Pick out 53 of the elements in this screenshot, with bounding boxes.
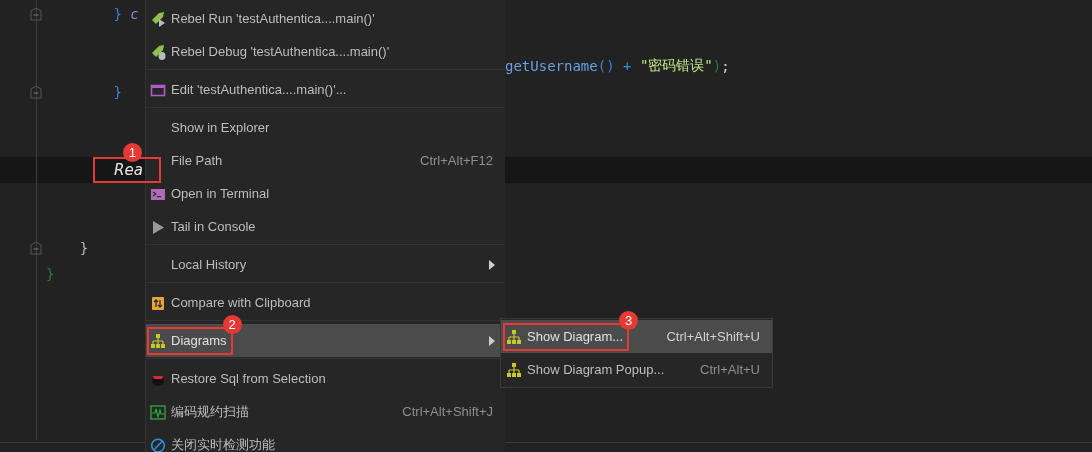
number-badge: 2: [222, 314, 242, 334]
menu-label: Diagrams: [171, 333, 227, 348]
code-text: }: [78, 240, 89, 256]
shortcut-text: Ctrl+Alt+U: [700, 362, 760, 377]
code-text: ;: [721, 58, 730, 74]
menu-item[interactable]: Edit 'testAuthentica....main()'...: [146, 73, 505, 106]
menu-label: Tail in Console: [171, 219, 256, 234]
menu-item[interactable]: Rebel Debug 'testAuthentica....main()': [146, 35, 505, 68]
code-text: ): [712, 58, 722, 74]
hierarchy-icon: [150, 332, 166, 349]
menu-item[interactable]: Show in Explorer: [146, 111, 505, 144]
clipboard-icon: [150, 294, 166, 311]
menu-label: 编码规约扫描: [171, 402, 249, 421]
menu-label: Restore Sql from Selection: [171, 371, 326, 386]
code-text: (): [597, 58, 615, 74]
menu-item[interactable]: 关闭实时检测功能: [146, 428, 505, 452]
menu-label: Show Diagram...: [527, 329, 624, 344]
code-text: c: [129, 6, 139, 22]
code-text: +: [622, 58, 633, 74]
shortcut-text: Ctrl+Alt+Shift+J: [402, 404, 493, 419]
hierarchy-icon: [506, 328, 522, 345]
number-badge: 1: [122, 143, 142, 162]
hierarchy-icon: [506, 361, 522, 378]
code-text: }: [112, 84, 122, 100]
menu-item[interactable]: Local History: [146, 248, 505, 281]
menu-label: Rebel Run 'testAuthentica....main()': [171, 11, 375, 26]
rocket-icon: [150, 10, 166, 27]
menu-label: Edit 'testAuthentica....main()'...: [171, 82, 347, 97]
code-text: Rea: [114, 161, 143, 179]
menu-item[interactable]: File Path Ctrl+Alt+F12: [146, 144, 505, 177]
menu-label: File Path: [171, 153, 223, 168]
menu-label: Local History: [171, 257, 247, 272]
shortcut-text: Ctrl+Alt+Shift+U: [666, 329, 760, 344]
menu-item[interactable]: Tail in Console: [146, 210, 505, 243]
menu-label: Compare with Clipboard: [171, 295, 311, 310]
code-text: }: [112, 6, 122, 22]
menu-item[interactable]: Open in Terminal: [146, 177, 505, 210]
code-text: getUsername: [505, 58, 598, 74]
menu-label: Open in Terminal: [171, 186, 270, 201]
menu-label: 关闭实时检测功能: [171, 435, 275, 452]
pulse-icon: [150, 403, 166, 420]
menu-label: Show Diagram Popup...: [527, 362, 665, 377]
menu-item[interactable]: Rebel Run 'testAuthentica....main()': [146, 2, 505, 35]
code-text: }: [46, 266, 55, 282]
rocket-bug-icon: [150, 43, 166, 60]
menu-label: Rebel Debug 'testAuthentica....main()': [171, 44, 390, 59]
play-icon: [150, 218, 166, 235]
forbidden-icon: [150, 436, 166, 452]
number-badge: 3: [619, 310, 639, 330]
menu-item[interactable]: 编码规约扫描 Ctrl+Alt+Shift+J: [146, 395, 505, 428]
menu-label: Show in Explorer: [171, 120, 270, 135]
shortcut-text: Ctrl+Alt+F12: [420, 153, 493, 168]
code-text: "密码错误": [639, 57, 713, 75]
